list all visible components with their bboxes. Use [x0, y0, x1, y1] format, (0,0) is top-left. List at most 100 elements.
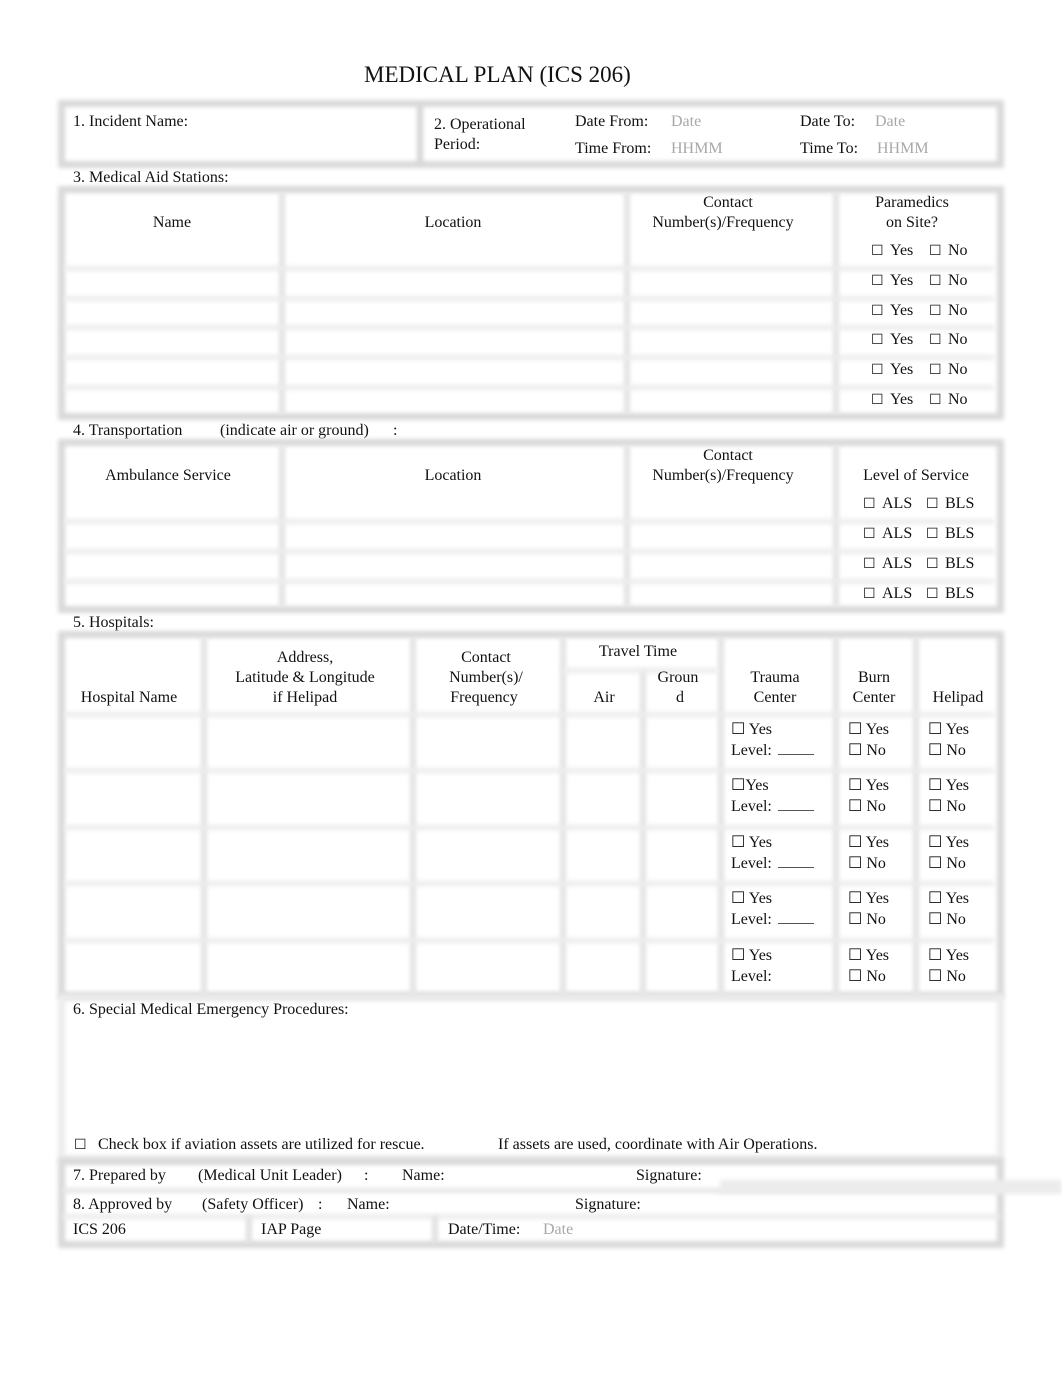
- aid-location-field[interactable]: [288, 301, 618, 323]
- aid-name-field[interactable]: [70, 330, 274, 352]
- travel-ground-field[interactable]: [650, 776, 712, 818]
- travel-air-field[interactable]: [570, 946, 634, 988]
- hospital-address-field[interactable]: [212, 946, 404, 988]
- trauma-yes-checkbox[interactable]: ☐ Yes: [731, 946, 772, 965]
- date-to-field[interactable]: Date: [875, 112, 905, 131]
- datetime-field[interactable]: Date: [543, 1220, 573, 1239]
- travel-air-field[interactable]: [570, 889, 634, 931]
- burn-yes-checkbox[interactable]: ☐ Yes: [848, 776, 889, 795]
- time-to-field[interactable]: HHMM: [877, 139, 929, 158]
- paramedics-yes-checkbox[interactable]: ☐: [871, 392, 884, 409]
- ambulance-location-field[interactable]: [288, 584, 618, 606]
- aid-contact-field[interactable]: [632, 390, 828, 412]
- hospital-name-field[interactable]: [70, 776, 196, 818]
- prepared-name-field[interactable]: [450, 1164, 630, 1186]
- burn-yes-checkbox[interactable]: ☐ Yes: [848, 946, 889, 965]
- prepared-signature-field[interactable]: [712, 1164, 992, 1186]
- travel-air-field[interactable]: [570, 776, 634, 818]
- burn-no-checkbox[interactable]: ☐ No: [848, 910, 886, 929]
- ambulance-contact-field[interactable]: [632, 524, 828, 546]
- paramedics-no-checkbox[interactable]: ☐: [929, 392, 942, 409]
- paramedics-no-checkbox[interactable]: ☐: [929, 303, 942, 320]
- paramedics-yes-checkbox[interactable]: ☐: [871, 243, 884, 260]
- paramedics-yes-checkbox[interactable]: ☐: [871, 273, 884, 290]
- helipad-yes-checkbox[interactable]: ☐ Yes: [928, 946, 969, 965]
- aid-contact-field[interactable]: [632, 271, 828, 293]
- paramedics-no-checkbox[interactable]: ☐: [929, 273, 942, 290]
- ambulance-location-field[interactable]: [288, 524, 618, 546]
- paramedics-no-checkbox[interactable]: ☐: [929, 243, 942, 260]
- aid-contact-field[interactable]: [632, 241, 828, 263]
- ambulance-location-field[interactable]: [288, 494, 618, 516]
- bls-checkbox[interactable]: ☐: [926, 586, 939, 603]
- burn-yes-checkbox[interactable]: ☐ Yes: [848, 889, 889, 908]
- approved-name-field[interactable]: [396, 1193, 568, 1215]
- hospital-address-field[interactable]: [212, 889, 404, 931]
- travel-air-field[interactable]: [570, 720, 634, 762]
- burn-yes-checkbox[interactable]: ☐ Yes: [848, 833, 889, 852]
- aid-location-field[interactable]: [288, 390, 618, 412]
- aid-location-field[interactable]: [288, 330, 618, 352]
- hospital-address-field[interactable]: [212, 720, 404, 762]
- helipad-yes-checkbox[interactable]: ☐ Yes: [928, 720, 969, 739]
- approved-signature-field[interactable]: [650, 1193, 990, 1215]
- burn-no-checkbox[interactable]: ☐ No: [848, 797, 886, 816]
- trauma-level-blank[interactable]: [777, 743, 814, 755]
- date-from-field[interactable]: Date: [671, 112, 701, 131]
- paramedics-yes-checkbox[interactable]: ☐: [871, 303, 884, 320]
- bls-checkbox[interactable]: ☐: [926, 556, 939, 573]
- aid-contact-field[interactable]: [632, 330, 828, 352]
- aviation-checkbox[interactable]: ☐: [74, 1137, 87, 1154]
- hospital-contact-field[interactable]: [420, 946, 554, 988]
- hospital-address-field[interactable]: [212, 776, 404, 818]
- burn-no-checkbox[interactable]: ☐ No: [848, 967, 886, 986]
- als-checkbox[interactable]: ☐: [863, 556, 876, 573]
- aid-location-field[interactable]: [288, 360, 618, 382]
- trauma-level-blank[interactable]: [777, 856, 814, 868]
- iap-page-field[interactable]: [332, 1218, 428, 1240]
- paramedics-no-checkbox[interactable]: ☐: [929, 362, 942, 379]
- burn-no-checkbox[interactable]: ☐ No: [848, 854, 886, 873]
- burn-yes-checkbox[interactable]: ☐ Yes: [848, 720, 889, 739]
- travel-ground-field[interactable]: [650, 833, 712, 875]
- trauma-yes-checkbox[interactable]: ☐ Yes: [731, 833, 772, 852]
- ambulance-location-field[interactable]: [288, 554, 618, 576]
- trauma-level-blank[interactable]: [777, 912, 814, 924]
- ambulance-contact-field[interactable]: [632, 584, 828, 606]
- trauma-level-blank[interactable]: [777, 799, 814, 811]
- paramedics-yes-checkbox[interactable]: ☐: [871, 362, 884, 379]
- procedures-textarea[interactable]: [70, 1024, 990, 1124]
- ambulance-service-field[interactable]: [70, 554, 274, 576]
- aid-location-field[interactable]: [288, 241, 618, 263]
- ambulance-service-field[interactable]: [70, 494, 274, 516]
- aid-name-field[interactable]: [70, 241, 274, 263]
- als-checkbox[interactable]: ☐: [863, 586, 876, 603]
- als-checkbox[interactable]: ☐: [863, 526, 876, 543]
- bls-checkbox[interactable]: ☐: [926, 526, 939, 543]
- hospital-contact-field[interactable]: [420, 720, 554, 762]
- hospital-contact-field[interactable]: [420, 833, 554, 875]
- helipad-no-checkbox[interactable]: ☐ No: [928, 741, 966, 760]
- aid-name-field[interactable]: [70, 271, 274, 293]
- hospital-name-field[interactable]: [70, 946, 196, 988]
- ambulance-contact-field[interactable]: [632, 494, 828, 516]
- incident-name-field[interactable]: [70, 132, 410, 158]
- trauma-yes-checkbox[interactable]: ☐Yes: [731, 776, 769, 795]
- aid-name-field[interactable]: [70, 360, 274, 382]
- paramedics-yes-checkbox[interactable]: ☐: [871, 332, 884, 349]
- hospital-contact-field[interactable]: [420, 776, 554, 818]
- travel-ground-field[interactable]: [650, 889, 712, 931]
- time-from-field[interactable]: HHMM: [671, 139, 723, 158]
- hospital-address-field[interactable]: [212, 833, 404, 875]
- hospital-name-field[interactable]: [70, 833, 196, 875]
- als-checkbox[interactable]: ☐: [863, 496, 876, 513]
- helipad-no-checkbox[interactable]: ☐ No: [928, 910, 966, 929]
- aid-location-field[interactable]: [288, 271, 618, 293]
- travel-ground-field[interactable]: [650, 720, 712, 762]
- hospital-contact-field[interactable]: [420, 889, 554, 931]
- hospital-name-field[interactable]: [70, 889, 196, 931]
- trauma-yes-checkbox[interactable]: ☐ Yes: [731, 889, 772, 908]
- bls-checkbox[interactable]: ☐: [926, 496, 939, 513]
- aid-name-field[interactable]: [70, 301, 274, 323]
- aid-contact-field[interactable]: [632, 360, 828, 382]
